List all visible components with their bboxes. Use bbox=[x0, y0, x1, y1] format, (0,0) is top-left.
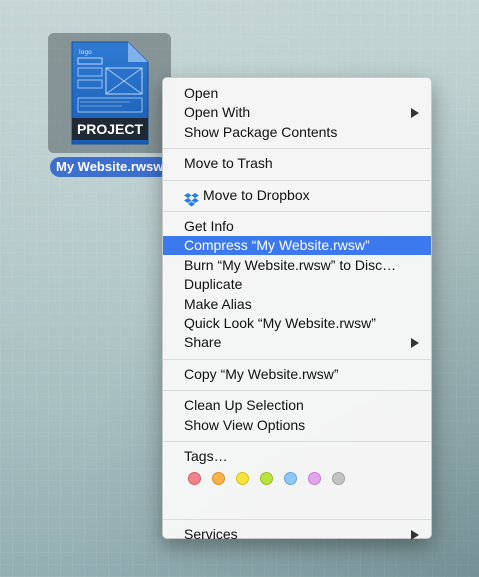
menu-item-label: Open bbox=[184, 85, 219, 101]
icon-sketch-text: logo bbox=[79, 49, 92, 56]
tag-color-orange[interactable] bbox=[212, 472, 225, 485]
menu-item-quick-look-my-website-rwsw[interactable]: Quick Look “My Website.rwsw” bbox=[163, 314, 431, 333]
menu-item-show-view-options[interactable]: Show View Options bbox=[163, 416, 431, 435]
menu-item-label: Get Info bbox=[184, 218, 234, 234]
menu-item-label: Duplicate bbox=[184, 276, 243, 292]
menu-separator bbox=[163, 519, 431, 520]
submenu-arrow-icon bbox=[411, 108, 419, 118]
menu-item-label: Make Alias bbox=[184, 296, 252, 312]
menu-item-label: Clean Up Selection bbox=[184, 397, 304, 413]
menu-item-label: Burn “My Website.rwsw” to Disc… bbox=[184, 257, 397, 273]
menu-item-tags[interactable]: Tags… bbox=[163, 447, 431, 466]
menu-item-clean-up-selection[interactable]: Clean Up Selection bbox=[163, 396, 431, 415]
menu-item-label: Quick Look “My Website.rwsw” bbox=[184, 315, 376, 331]
dropbox-icon bbox=[184, 193, 199, 207]
desktop-file-my-website[interactable]: logo PROJECT My Website.rwsw bbox=[48, 33, 172, 179]
menu-item-label: Open With bbox=[184, 104, 251, 120]
context-menu: Open Open With Show Package Contents Move t… bbox=[162, 77, 432, 542]
file-name-label[interactable]: My Website.rwsw bbox=[50, 157, 170, 177]
menu-item-move-to-dropbox[interactable]: Move to Dropbox bbox=[163, 186, 431, 207]
menu-item-services[interactable]: Services bbox=[163, 525, 431, 544]
menu-item-share[interactable]: Share bbox=[163, 333, 431, 352]
rwsw-document-icon[interactable]: logo PROJECT bbox=[70, 40, 150, 146]
menu-separator bbox=[163, 390, 431, 391]
tag-color-blue[interactable] bbox=[284, 472, 297, 485]
menu-item-compress-my-website-rwsw[interactable]: Compress “My Website.rwsw” bbox=[163, 236, 431, 255]
menu-item-duplicate[interactable]: Duplicate bbox=[163, 275, 431, 294]
menu-item-label: Show View Options bbox=[184, 417, 306, 433]
menu-item-make-alias[interactable]: Make Alias bbox=[163, 295, 431, 314]
menu-item-burn-my-website-rwsw-to-disc[interactable]: Burn “My Website.rwsw” to Disc… bbox=[163, 256, 431, 275]
menu-separator bbox=[163, 148, 431, 149]
menu-separator bbox=[163, 211, 431, 212]
menu-item-label: Compress “My Website.rwsw” bbox=[184, 237, 370, 253]
tag-color-purple[interactable] bbox=[308, 472, 321, 485]
menu-item-label: Services bbox=[184, 526, 238, 542]
submenu-arrow-icon bbox=[411, 530, 419, 540]
menu-item-label: Copy “My Website.rwsw” bbox=[184, 366, 339, 382]
tag-color-gray[interactable] bbox=[332, 472, 345, 485]
menu-separator bbox=[163, 359, 431, 360]
submenu-arrow-icon bbox=[411, 338, 419, 348]
menu-separator bbox=[163, 441, 431, 442]
tag-color-green[interactable] bbox=[260, 472, 273, 485]
menu-item-get-info[interactable]: Get Info bbox=[163, 217, 431, 236]
menu-item-move-to-trash[interactable]: Move to Trash bbox=[163, 154, 431, 173]
menu-item-open-with[interactable]: Open With bbox=[163, 103, 431, 122]
menu-separator bbox=[163, 180, 431, 181]
icon-badge-text: PROJECT bbox=[77, 121, 144, 137]
menu-item-copy-my-website-rwsw[interactable]: Copy “My Website.rwsw” bbox=[163, 365, 431, 384]
menu-item-open[interactable]: Open bbox=[163, 84, 431, 103]
tag-color-red[interactable] bbox=[188, 472, 201, 485]
menu-item-label: Tags… bbox=[184, 448, 228, 464]
menu-item-label: Show Package Contents bbox=[184, 124, 338, 140]
menu-item-label: Move to Dropbox bbox=[203, 187, 310, 203]
menu-item-label: Move to Trash bbox=[184, 155, 273, 171]
menu-item-label: Share bbox=[184, 334, 222, 350]
menu-item-show-package-contents[interactable]: Show Package Contents bbox=[163, 123, 431, 142]
tag-color-yellow[interactable] bbox=[236, 472, 249, 485]
